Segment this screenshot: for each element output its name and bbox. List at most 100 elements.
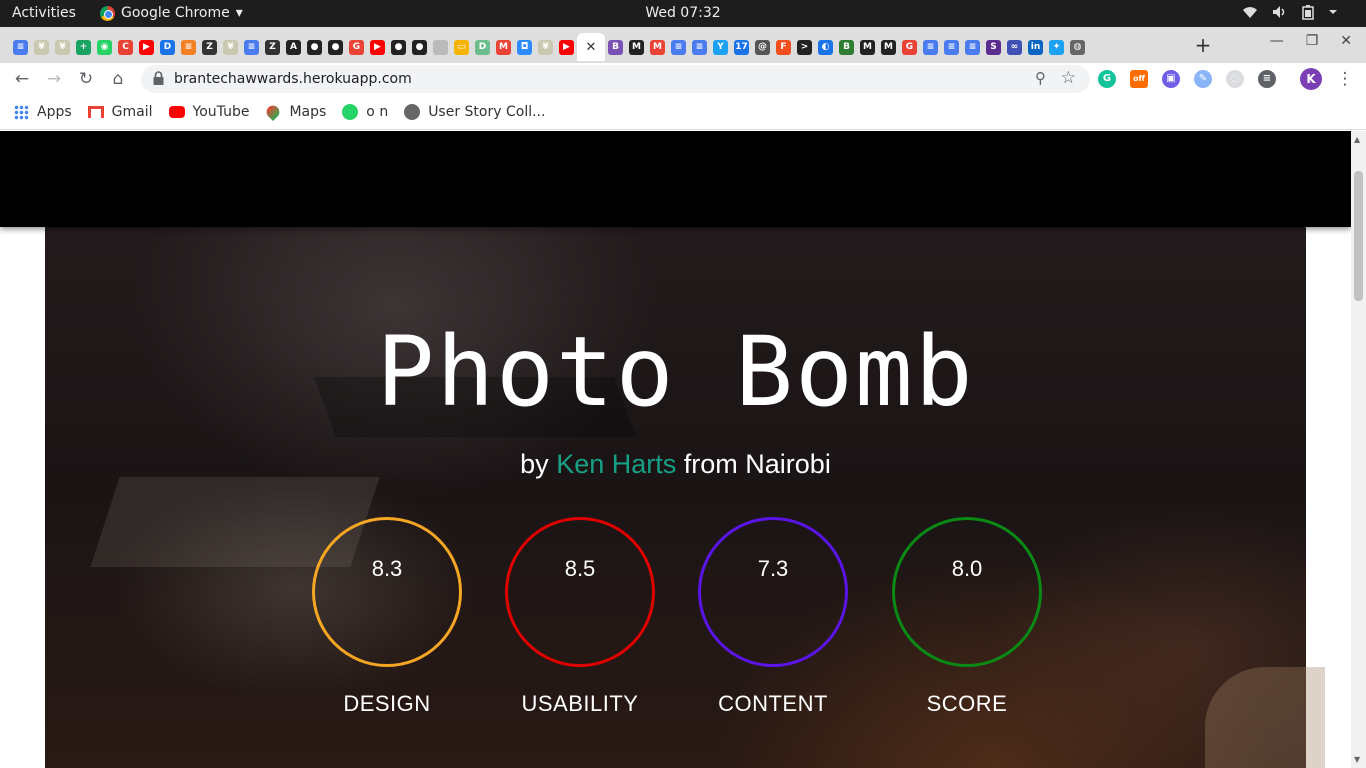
forward-icon[interactable]: → — [43, 68, 65, 90]
metric-usability: 8.5 USABILITY — [505, 517, 655, 717]
tab[interactable]: S — [983, 33, 1004, 61]
url-text[interactable]: brantechawwards.herokuapp.com — [174, 71, 412, 87]
tab[interactable]: ● — [388, 33, 409, 61]
tab[interactable]: ¥ — [535, 33, 556, 61]
bank-icon: B — [839, 39, 854, 55]
lock-icon[interactable] — [153, 71, 164, 85]
tab[interactable]: ▭ — [451, 33, 472, 61]
bookmark-item[interactable]: Apps — [14, 104, 72, 120]
tab[interactable]: ¥ — [220, 33, 241, 61]
restore-icon[interactable]: ❐ — [1306, 33, 1319, 49]
tab[interactable]: M — [493, 33, 514, 61]
tab[interactable]: M — [626, 33, 647, 61]
tab[interactable]: ● — [304, 33, 325, 61]
bookmark-item[interactable]: YouTube — [168, 104, 249, 120]
close-window-icon[interactable]: ✕ — [1340, 33, 1352, 49]
tab[interactable]: ▶ — [367, 33, 388, 61]
new-tab-button[interactable]: + — [1190, 33, 1216, 59]
github-icon: ● — [412, 39, 427, 55]
window-controls: — ❐ ✕ — [1270, 33, 1352, 49]
tab[interactable]: ≡ — [178, 33, 199, 61]
tab[interactable]: 17 — [731, 33, 752, 61]
tab[interactable]: ¥ — [52, 33, 73, 61]
tab[interactable]: ≡ — [10, 33, 31, 61]
scroll-up-icon[interactable]: ▲ — [1354, 135, 1360, 144]
youtube-icon: ▶ — [370, 39, 385, 55]
tab[interactable]: B — [605, 33, 626, 61]
tab[interactable]: ¥ — [31, 33, 52, 61]
tab[interactable]: ≡ — [668, 33, 689, 61]
tab[interactable]: A — [283, 33, 304, 61]
tab-active[interactable]: ✕ — [577, 33, 605, 61]
tab[interactable]: G — [346, 33, 367, 61]
bookmark-label: Gmail — [111, 104, 153, 120]
tab[interactable]: ● — [409, 33, 430, 61]
tab[interactable]: ✦ — [1046, 33, 1067, 61]
sync-icon[interactable]: ◌ — [1226, 70, 1244, 88]
scroll-down-icon[interactable]: ▼ — [1354, 755, 1360, 764]
tab[interactable]: D — [157, 33, 178, 61]
clock[interactable]: Wed 07:32 — [645, 5, 720, 21]
page-scrollbar[interactable]: ▲ ▼ — [1351, 131, 1366, 768]
tab[interactable]: M — [878, 33, 899, 61]
site-header — [0, 131, 1351, 227]
tab[interactable]: @ — [752, 33, 773, 61]
grammarly-icon[interactable]: G — [1098, 70, 1116, 88]
off-badge-icon[interactable]: off — [1130, 70, 1148, 88]
profile-avatar[interactable]: K — [1300, 68, 1322, 90]
tab[interactable]: ≡ — [920, 33, 941, 61]
tab[interactable] — [430, 33, 451, 61]
system-tray[interactable] — [1242, 5, 1338, 20]
minimize-icon[interactable]: — — [1270, 33, 1284, 49]
tab[interactable]: G — [899, 33, 920, 61]
bookmark-item[interactable]: User Story Coll... — [404, 104, 545, 120]
tab[interactable]: ≡ — [689, 33, 710, 61]
bookmark-item[interactable]: o n — [342, 104, 388, 120]
tab[interactable]: ≡ — [962, 33, 983, 61]
bookmark-item[interactable]: Gmail — [87, 104, 153, 120]
tab[interactable]: Z — [262, 33, 283, 61]
reload-icon[interactable]: ↻ — [75, 68, 97, 90]
tab[interactable]: ▶ — [556, 33, 577, 61]
tab[interactable]: F — [773, 33, 794, 61]
zoom-icon[interactable]: ⚲ — [1035, 69, 1046, 87]
app-menu[interactable]: Google Chrome ▾ — [100, 5, 243, 21]
tab[interactable]: ▶ — [136, 33, 157, 61]
bookmark-item[interactable]: Maps — [264, 102, 326, 122]
tab[interactable]: ≡ — [941, 33, 962, 61]
tab[interactable]: ◐ — [815, 33, 836, 61]
activities-button[interactable]: Activities — [12, 5, 76, 21]
palm-tree-icon: ¥ — [55, 39, 70, 55]
tab[interactable]: ◉ — [94, 33, 115, 61]
tab[interactable]: ◍ — [1067, 33, 1088, 61]
author-link[interactable]: Ken Harts — [556, 449, 676, 479]
tab[interactable]: M — [857, 33, 878, 61]
palm-tree-icon: ¥ — [34, 39, 49, 55]
tab[interactable]: ≡ — [241, 33, 262, 61]
menu-kebab-icon[interactable]: ⋮ — [1334, 68, 1356, 90]
bookmark-star-icon[interactable]: ☆ — [1061, 68, 1076, 88]
back-icon[interactable]: ← — [11, 68, 33, 90]
close-icon[interactable]: ✕ — [584, 40, 599, 55]
tab[interactable]: + — [73, 33, 94, 61]
home-icon[interactable]: ⌂ — [107, 68, 129, 90]
meet-icon[interactable]: ▣ — [1162, 70, 1180, 88]
tab[interactable]: C — [115, 33, 136, 61]
twitter-icon: ✦ — [1049, 39, 1064, 55]
playlist-icon[interactable]: ≡ — [1258, 70, 1276, 88]
tab[interactable]: B — [836, 33, 857, 61]
tab[interactable]: ∞ — [1004, 33, 1025, 61]
metric-design: 8.3 DESIGN — [312, 517, 462, 717]
tab[interactable]: > — [794, 33, 815, 61]
tab[interactable]: ◘ — [514, 33, 535, 61]
scrollbar-thumb[interactable] — [1354, 171, 1363, 301]
tab[interactable]: in — [1025, 33, 1046, 61]
slides-icon: ▭ — [454, 39, 469, 55]
tab[interactable]: Y — [710, 33, 731, 61]
tab[interactable]: D — [472, 33, 493, 61]
address-bar[interactable]: brantechawwards.herokuapp.com ⚲ ☆ — [141, 65, 1090, 93]
tab[interactable]: Z — [199, 33, 220, 61]
edit-icon[interactable]: ✎ — [1194, 70, 1212, 88]
tab[interactable]: ● — [325, 33, 346, 61]
tab[interactable]: M — [647, 33, 668, 61]
